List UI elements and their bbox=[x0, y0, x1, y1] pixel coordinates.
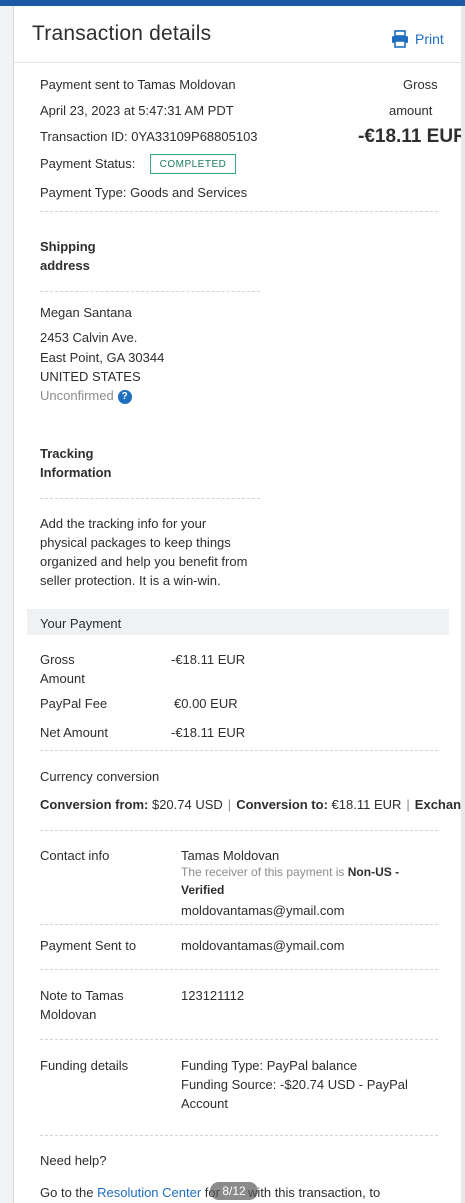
page-title: Transaction details bbox=[32, 22, 212, 45]
shipping-name: Megan Santana bbox=[40, 305, 132, 320]
receiver-status-note: The receiver of this payment is Non-US - bbox=[181, 864, 399, 881]
transaction-details-panel: Transaction details Print Payment sent t… bbox=[13, 6, 465, 1203]
payment-sent-to-title: Payment sent to Tamas Moldovan bbox=[40, 77, 236, 92]
help-icon[interactable]: ? bbox=[117, 389, 132, 404]
page-indicator: 8/12 bbox=[210, 1182, 258, 1200]
conversion-line: Conversion from: $20.74 USD | Conversion t… bbox=[40, 796, 465, 813]
transaction-id: Transaction ID: 0YA33109P68805103 bbox=[40, 129, 258, 144]
divider bbox=[40, 830, 438, 831]
note-label-2: Moldovan bbox=[40, 1007, 97, 1022]
tracking-text-line: organized and help you benefit from bbox=[40, 554, 248, 569]
gross-amount-value: -€18.11 EUR bbox=[171, 652, 246, 667]
tracking-text-line: physical packages to keep things bbox=[40, 535, 231, 550]
gross-amount-value: -€18.11 EUR bbox=[358, 126, 465, 147]
contact-name: Tamas Moldovan bbox=[181, 848, 280, 863]
conversion-to-value: €18.11 EUR bbox=[331, 797, 402, 812]
gross-label: Gross bbox=[403, 77, 438, 92]
paypal-fee-value: €0.00 EUR bbox=[174, 696, 238, 711]
divider bbox=[40, 924, 438, 925]
address-status: Unconfirmed? bbox=[40, 387, 132, 404]
printer-icon bbox=[392, 30, 408, 48]
funding-type: Funding Type: PayPal balance bbox=[181, 1058, 358, 1073]
help-prefix: Go to the bbox=[40, 1185, 94, 1200]
divider bbox=[40, 750, 438, 751]
gross-label-2: amount bbox=[389, 103, 433, 118]
contact-email: moldovantamas@ymail.com bbox=[181, 903, 345, 918]
contact-info-label: Contact info bbox=[40, 848, 110, 863]
tracking-heading-2: Information bbox=[40, 465, 112, 480]
divider bbox=[40, 1135, 438, 1136]
divider bbox=[40, 969, 438, 970]
payment-type: Payment Type: Goods and Services bbox=[40, 185, 248, 200]
net-amount-value: -€18.11 EUR bbox=[171, 725, 246, 740]
tracking-heading: Tracking bbox=[40, 446, 94, 461]
shipping-heading-2: address bbox=[40, 258, 90, 273]
transaction-datetime: April 23, 2023 at 5:47:31 AM PDT bbox=[40, 103, 234, 118]
separator: | bbox=[227, 797, 232, 812]
gross-amount-label: Gross bbox=[40, 652, 75, 667]
separator: | bbox=[406, 797, 410, 812]
resolution-center-link[interactable]: Resolution Center bbox=[97, 1185, 201, 1200]
gross-amount-label-2: Amount bbox=[40, 671, 85, 686]
shipping-heading: Shipping bbox=[40, 239, 96, 254]
funding-source: Funding Source: -$20.74 USD - PayPal bbox=[181, 1077, 408, 1092]
tracking-text-line: Add the tracking info for your bbox=[40, 516, 207, 531]
divider bbox=[40, 291, 260, 292]
scrollbar[interactable] bbox=[461, 6, 465, 1203]
your-payment-heading: Your Payment bbox=[40, 616, 122, 631]
paypal-fee-label: PayPal Fee bbox=[40, 696, 108, 711]
shipping-street: 2453 Calvin Ave. bbox=[40, 330, 138, 345]
conversion-from-value: $20.74 USD bbox=[151, 797, 223, 812]
payment-sent-to-value: moldovantamas@ymail.com bbox=[181, 938, 345, 953]
shipping-city: East Point, GA 30344 bbox=[40, 350, 165, 365]
exchange-label: Exchange bbox=[414, 797, 465, 812]
net-amount-label: Net Amount bbox=[40, 725, 108, 740]
print-button[interactable]: Print bbox=[391, 28, 444, 50]
note-value: 123121112 bbox=[181, 988, 245, 1003]
funding-source-2: Account bbox=[181, 1096, 228, 1111]
status-badge: COMPLETED bbox=[150, 154, 236, 174]
divider bbox=[40, 498, 260, 499]
shipping-country: UNITED STATES bbox=[40, 369, 141, 384]
receiver-note-bold: Non-US - bbox=[347, 865, 400, 879]
divider bbox=[40, 211, 438, 212]
help-suffix-b: with this transaction, to bbox=[247, 1185, 381, 1200]
divider bbox=[40, 1039, 438, 1040]
note-label: Note to Tamas bbox=[40, 988, 124, 1003]
receiver-note-text: The receiver of this payment is bbox=[181, 865, 345, 879]
print-label: Print bbox=[415, 31, 444, 47]
conversion-to-label: Conversion to: bbox=[236, 797, 328, 812]
funding-details-label: Funding details bbox=[40, 1058, 129, 1073]
panel-header: Transaction details Print bbox=[14, 6, 465, 63]
verified-label: Verified bbox=[181, 883, 225, 897]
payment-status-label: Payment Status: bbox=[40, 156, 136, 171]
need-help-heading: Need help? bbox=[40, 1153, 107, 1168]
conversion-from-label: Conversion from: bbox=[40, 797, 149, 812]
currency-heading: Currency conversion bbox=[40, 769, 160, 784]
tracking-text-line: seller protection. It is a win-win. bbox=[40, 573, 221, 588]
address-status-text: Unconfirmed bbox=[40, 388, 114, 403]
payment-sent-to-label: Payment Sent to bbox=[40, 938, 137, 953]
